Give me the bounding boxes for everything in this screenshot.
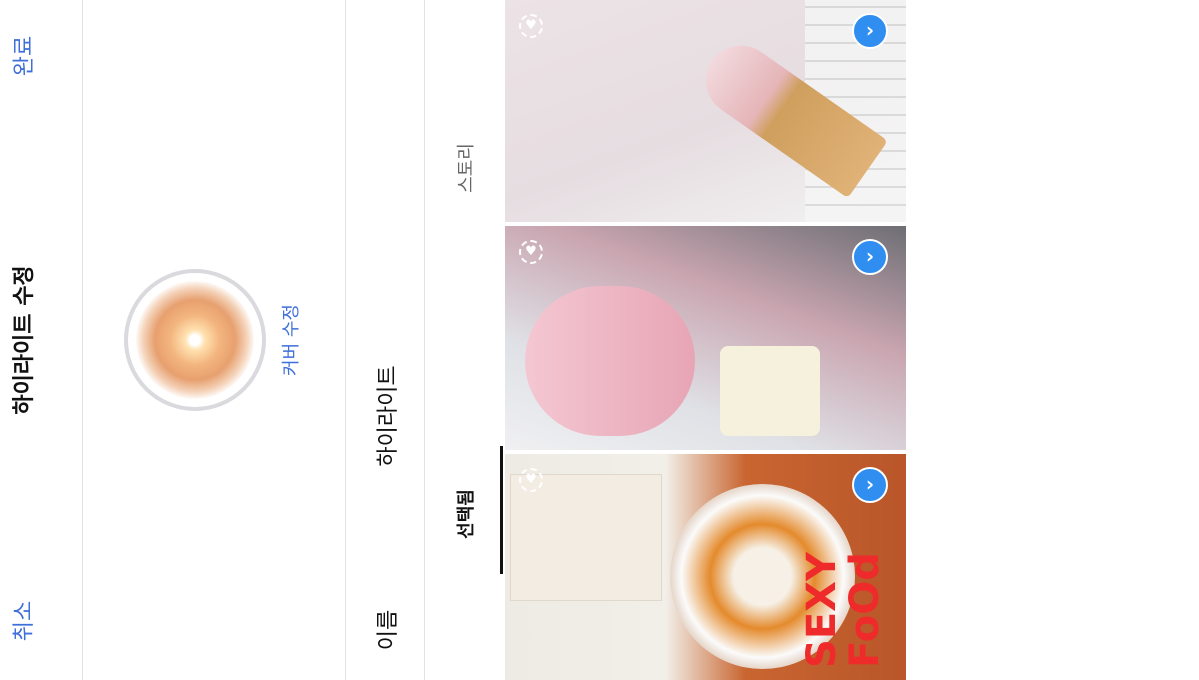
tab-indicator <box>500 446 503 574</box>
name-label: 이름 <box>376 609 401 651</box>
page-title: 하이라이트 수정 <box>12 265 37 415</box>
story-overlay-text: FoOd <box>842 552 888 668</box>
check-icon[interactable]: › <box>852 13 888 49</box>
heart-icon: ♥ <box>519 14 543 38</box>
cancel-button[interactable]: 취소 <box>6 601 38 641</box>
cover-image[interactable] <box>124 269 266 411</box>
tab-stories[interactable]: 스토리 <box>452 143 478 193</box>
story-thumbnail[interactable]: ♥ › <box>505 0 906 222</box>
story-thumbnail[interactable]: SEXY FoOd ♥ › <box>505 454 906 680</box>
done-button[interactable]: 완료 <box>6 36 38 76</box>
divider <box>82 0 83 680</box>
check-icon[interactable]: › <box>852 239 888 275</box>
edit-cover-button[interactable]: 커버 수정 <box>277 304 303 376</box>
heart-icon: ♥ <box>519 240 543 264</box>
name-input[interactable]: 하이라이트 <box>370 365 402 466</box>
divider <box>345 0 346 680</box>
cover-photo <box>136 281 254 399</box>
chicken-box-image <box>510 474 662 601</box>
tab-selected[interactable]: 선택됨 <box>452 489 478 539</box>
story-thumbnail[interactable]: ♥ › <box>505 226 906 450</box>
cake-image <box>720 346 820 436</box>
divider <box>424 0 425 680</box>
heart-icon: ♥ <box>519 468 543 492</box>
check-icon[interactable]: › <box>852 467 888 503</box>
story-overlay-text: SEXY <box>799 552 845 668</box>
parfait-image <box>525 286 695 436</box>
